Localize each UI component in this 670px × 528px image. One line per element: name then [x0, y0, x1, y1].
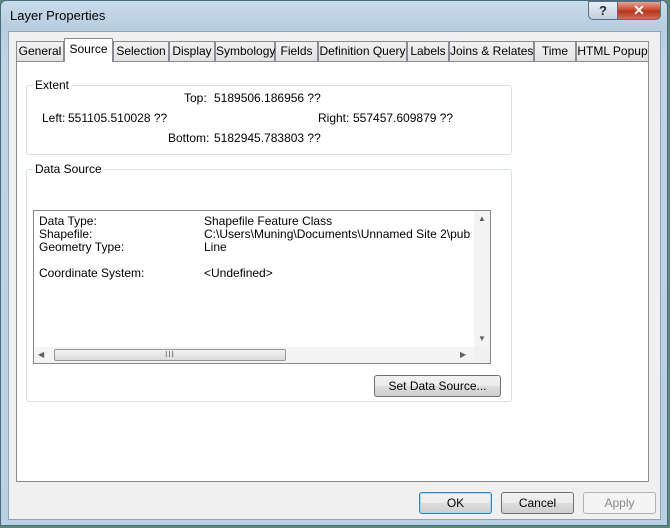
- tab-labels[interactable]: Labels: [407, 41, 449, 61]
- scroll-corner: [474, 347, 490, 363]
- extent-right-value: 557457.609879 ??: [353, 111, 454, 125]
- cancel-button[interactable]: Cancel: [501, 492, 574, 514]
- close-button[interactable]: ✕: [617, 1, 661, 20]
- data-type-value: Shapefile Feature Class: [204, 214, 333, 228]
- shapefile-value: C:\Users\Muning\Documents\Unnamed Site 2…: [204, 227, 470, 241]
- extent-right-label: Right:: [318, 111, 350, 125]
- tab-display[interactable]: Display: [169, 41, 215, 61]
- source-tab-panel: Extent Top: 5189506.186956 ?? Left: 5511…: [16, 61, 649, 482]
- grip-icon: III: [165, 350, 175, 359]
- layer-properties-window: Layer Properties ? ✕ General Source Sele…: [0, 0, 668, 526]
- data-source-title: Data Source: [33, 162, 104, 176]
- extent-top-label: Top:: [184, 91, 207, 105]
- help-icon: ?: [599, 3, 607, 18]
- extent-bottom-label: Bottom:: [168, 131, 210, 145]
- extent-left-value: 551105.510028 ??: [68, 111, 168, 125]
- extent-title: Extent: [33, 78, 72, 92]
- tab-html-popup[interactable]: HTML Popup: [576, 41, 649, 61]
- ok-button[interactable]: OK: [419, 492, 492, 514]
- extent-group: Extent Top: 5189506.186956 ?? Left: 5511…: [26, 78, 512, 155]
- horizontal-scrollbar[interactable]: ◀ III ▶: [34, 347, 490, 363]
- extent-bottom-value: 5182945.783803 ??: [214, 131, 321, 145]
- tab-symbology[interactable]: Symbology: [215, 41, 275, 61]
- horizontal-scroll-thumb[interactable]: III: [54, 349, 286, 361]
- tab-selection[interactable]: Selection: [113, 41, 169, 61]
- tab-time[interactable]: Time: [534, 41, 576, 61]
- coordinate-system-value: <Undefined>: [204, 266, 273, 280]
- extent-top-value: 5189506.186956 ??: [214, 91, 321, 105]
- dialog-client-area: General Source Selection Display Symbolo…: [8, 31, 661, 520]
- geometry-type-value: Line: [204, 240, 227, 254]
- window-title: Layer Properties: [10, 8, 106, 23]
- title-bar[interactable]: Layer Properties ? ✕: [1, 1, 667, 31]
- data-type-label: Data Type:: [39, 214, 97, 228]
- scroll-right-icon[interactable]: ▶: [460, 351, 466, 359]
- data-source-details-list[interactable]: Data Type: Shapefile Feature Class Shape…: [33, 210, 491, 364]
- geometry-type-label: Geometry Type:: [39, 240, 125, 254]
- tab-joins-relates[interactable]: Joins & Relates: [449, 41, 534, 61]
- extent-left-label: Left:: [42, 111, 66, 125]
- scroll-down-icon[interactable]: ▼: [478, 335, 486, 343]
- help-button[interactable]: ?: [588, 1, 618, 20]
- scroll-left-icon[interactable]: ◀: [38, 351, 44, 359]
- apply-button[interactable]: Apply: [583, 492, 656, 514]
- tab-source[interactable]: Source: [64, 38, 113, 62]
- shapefile-label: Shapefile:: [39, 227, 93, 241]
- vertical-scrollbar[interactable]: ▲ ▼: [474, 211, 490, 347]
- close-icon: ✕: [633, 2, 645, 18]
- set-data-source-button[interactable]: Set Data Source...: [374, 375, 501, 397]
- tab-definition-query[interactable]: Definition Query: [318, 41, 407, 61]
- scroll-up-icon[interactable]: ▲: [478, 215, 486, 223]
- tab-fields[interactable]: Fields: [275, 41, 318, 61]
- tab-general[interactable]: General: [16, 41, 64, 61]
- coordinate-system-label: Coordinate System:: [39, 266, 145, 280]
